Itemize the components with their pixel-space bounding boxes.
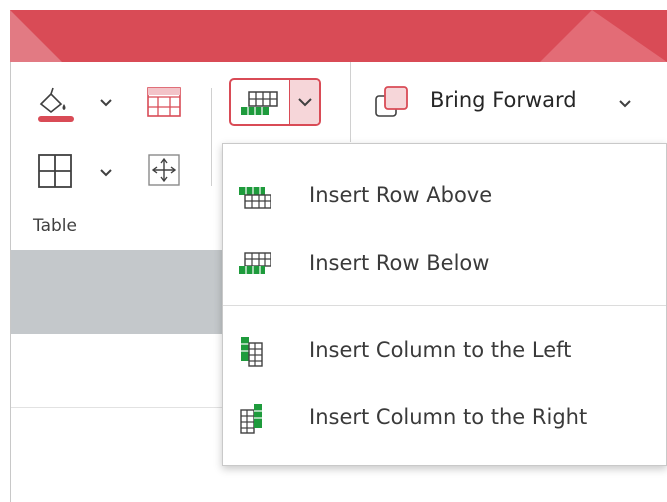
move-table-button[interactable] bbox=[146, 152, 184, 190]
paint-bucket-icon bbox=[38, 87, 74, 122]
borders-button[interactable] bbox=[36, 152, 76, 192]
group-divider bbox=[211, 88, 212, 186]
menu-item-insert-column-right[interactable]: Insert Column to the Right bbox=[223, 388, 666, 448]
table-style-icon bbox=[147, 87, 181, 117]
insert-dropdown-arrow[interactable] bbox=[289, 80, 319, 124]
group-divider bbox=[350, 62, 351, 142]
menu-item-label: Insert Column to the Left bbox=[309, 338, 572, 362]
menu-item-label: Insert Column to the Right bbox=[309, 405, 588, 429]
title-bar bbox=[10, 10, 667, 62]
bring-forward-icon bbox=[375, 86, 408, 117]
insert-row-above-icon bbox=[239, 187, 271, 209]
chevron-down-icon[interactable] bbox=[99, 168, 113, 178]
menu-item-label: Insert Row Above bbox=[309, 183, 493, 207]
menu-item-insert-column-left[interactable]: Insert Column to the Left bbox=[223, 321, 666, 381]
insert-dropdown-menu: Insert Row Above Insert Row Below Insert… bbox=[222, 143, 667, 466]
table-group-label: Table bbox=[33, 216, 77, 236]
menu-separator bbox=[223, 305, 666, 306]
chevron-down-icon[interactable] bbox=[618, 99, 632, 109]
selected-table-row bbox=[11, 250, 223, 334]
insert-column-left-icon bbox=[241, 337, 263, 367]
insert-rows-button[interactable] bbox=[231, 80, 289, 124]
menu-item-insert-row-below[interactable]: Insert Row Below bbox=[223, 234, 666, 294]
insert-rows-split-button[interactable] bbox=[229, 78, 321, 126]
chevron-down-icon[interactable] bbox=[99, 98, 113, 108]
menu-item-insert-row-above[interactable]: Insert Row Above bbox=[223, 166, 666, 226]
menu-item-label: Insert Row Below bbox=[309, 251, 490, 275]
table-style-button[interactable] bbox=[146, 85, 184, 121]
chevron-down-icon bbox=[298, 98, 312, 107]
insert-row-below-icon bbox=[239, 252, 271, 274]
borders-icon bbox=[38, 154, 72, 188]
insert-column-right-icon bbox=[240, 404, 262, 434]
shading-button[interactable] bbox=[34, 82, 78, 126]
bring-forward-label: Bring Forward bbox=[430, 88, 577, 112]
table-border-line bbox=[11, 407, 223, 408]
move-icon bbox=[148, 154, 180, 186]
insert-row-below-icon bbox=[241, 91, 278, 115]
